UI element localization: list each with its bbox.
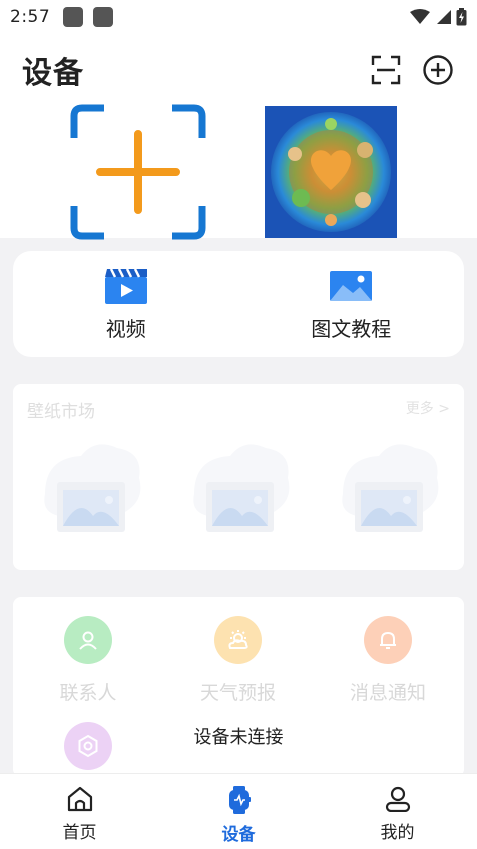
image-tutorial-button[interactable]: 图文教程 bbox=[239, 251, 465, 357]
signal-icon bbox=[437, 10, 451, 24]
nav-home[interactable]: 首页 bbox=[0, 774, 159, 849]
header: 设备 bbox=[0, 34, 477, 106]
wallpaper-market-title: 壁纸市场 bbox=[27, 402, 95, 422]
home-icon bbox=[67, 786, 92, 812]
weather-label: 天气预报 bbox=[199, 682, 276, 704]
status-time: 2:57 bbox=[10, 7, 51, 27]
add-button[interactable] bbox=[421, 53, 455, 87]
function-grid: 联系人 天气预报 消息通知 bbox=[13, 597, 464, 777]
image-placeholder-icon bbox=[342, 444, 439, 532]
image-icon bbox=[330, 271, 373, 301]
device-screen: 2:57 设备 视频 图文教程 壁纸市场 更多 > 联系人 天气预报 消息通知 … bbox=[0, 0, 477, 849]
nav-profile-label: 我的 bbox=[380, 823, 415, 843]
weather-icon bbox=[214, 616, 262, 664]
video-tutorial-label: 视频 bbox=[105, 317, 146, 341]
status-bar: 2:57 bbox=[0, 0, 477, 34]
nav-device[interactable]: 设备 bbox=[159, 774, 318, 849]
notifications-label: 消息通知 bbox=[349, 682, 426, 704]
wallpaper-thumbnail[interactable] bbox=[184, 438, 294, 538]
contact-icon bbox=[64, 616, 112, 664]
image-tutorial-label: 图文教程 bbox=[311, 317, 392, 341]
wallpaper-market-card: 壁纸市场 更多 > bbox=[13, 384, 464, 570]
page-title: 设备 bbox=[22, 56, 84, 91]
nav-profile[interactable]: 我的 bbox=[318, 774, 477, 849]
bell-icon bbox=[364, 616, 412, 664]
wifi-icon bbox=[410, 9, 430, 24]
watch-face-image bbox=[265, 106, 397, 238]
wallpaper-thumbnail[interactable] bbox=[35, 438, 145, 538]
add-device-icon bbox=[70, 104, 206, 240]
profile-icon bbox=[385, 786, 410, 812]
video-tutorial-button[interactable]: 视频 bbox=[13, 251, 239, 357]
notification-icon bbox=[93, 7, 114, 27]
device-thumbnail[interactable] bbox=[265, 106, 397, 238]
nav-device-label: 设备 bbox=[221, 825, 256, 845]
contacts-label: 联系人 bbox=[59, 682, 117, 704]
scan-icon bbox=[371, 55, 401, 85]
notification-icon bbox=[63, 7, 84, 27]
bottom-nav: 首页 设备 我的 bbox=[0, 773, 477, 849]
video-icon bbox=[104, 268, 147, 304]
battery-icon bbox=[456, 8, 467, 26]
watch-icon bbox=[228, 786, 251, 814]
toast-message: 设备未连接 bbox=[193, 727, 284, 748]
contacts-button[interactable]: 联系人 bbox=[13, 616, 163, 705]
device-list bbox=[0, 102, 477, 240]
image-placeholder-icon bbox=[44, 444, 141, 532]
image-placeholder-icon bbox=[193, 444, 290, 532]
wallpaper-more-link[interactable]: 更多 > bbox=[406, 398, 450, 418]
add-device-button[interactable] bbox=[70, 104, 206, 240]
nav-home-label: 首页 bbox=[62, 823, 97, 843]
weather-button[interactable]: 天气预报 bbox=[163, 616, 313, 705]
wallpaper-thumbnail[interactable] bbox=[333, 438, 443, 538]
scan-button[interactable] bbox=[369, 53, 403, 87]
plus-circle-icon bbox=[423, 55, 453, 85]
tutorial-card: 视频 图文教程 bbox=[13, 251, 464, 357]
notifications-button[interactable]: 消息通知 bbox=[313, 616, 463, 705]
